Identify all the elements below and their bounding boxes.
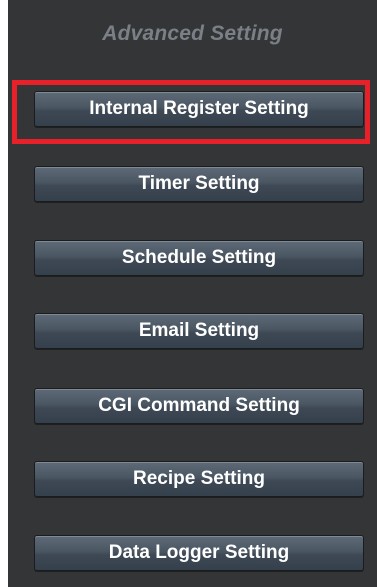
panel-title: Advanced Setting (102, 22, 283, 45)
advanced-setting-panel: Advanced Setting Internal Register Setti… (8, 0, 377, 587)
internal-register-setting-button[interactable]: Internal Register Setting (34, 91, 364, 127)
data-logger-setting-button[interactable]: Data Logger Setting (34, 535, 364, 571)
email-setting-button[interactable]: Email Setting (34, 313, 364, 349)
cgi-command-setting-button[interactable]: CGI Command Setting (34, 388, 364, 424)
timer-setting-button[interactable]: Timer Setting (34, 166, 364, 202)
schedule-setting-button[interactable]: Schedule Setting (34, 240, 364, 276)
recipe-setting-button[interactable]: Recipe Setting (34, 461, 364, 497)
